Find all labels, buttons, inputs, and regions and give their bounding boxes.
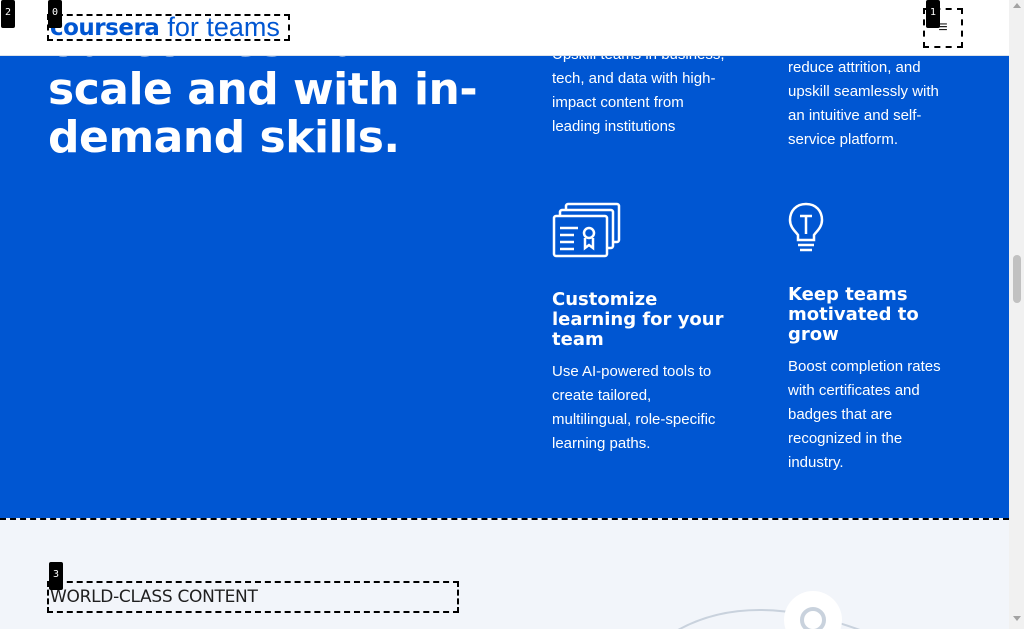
feature-retention: reduce attrition, and upskill seamlessly… bbox=[788, 56, 958, 152]
coursera-logo[interactable]: coursera for teams bbox=[47, 12, 290, 42]
world-class-content-section: WORLD-CLASS CONTENT bbox=[0, 518, 1009, 629]
feature-motivate-heading: Keep teams motivated to grow bbox=[788, 284, 919, 345]
section-label: WORLD-CLASS CONTENT bbox=[47, 581, 459, 613]
badge-0: 0 bbox=[48, 0, 62, 28]
hero-section: outcomes - at scale and with in-demand s… bbox=[0, 0, 1009, 518]
badge-2: 2 bbox=[1, 0, 15, 28]
feature-motivate-body: Boost completion rates with certificates… bbox=[788, 358, 941, 471]
feature-customize: Customize learning for your team Use AI-… bbox=[552, 290, 732, 456]
scroll-down-arrow-icon[interactable] bbox=[1013, 616, 1021, 621]
feature-customize-body: Use AI-powered tools to create tailored,… bbox=[552, 363, 716, 452]
page-scrollbar[interactable] bbox=[1009, 0, 1024, 629]
badge-3: 3 bbox=[49, 562, 63, 590]
certificates-icon bbox=[552, 202, 622, 260]
lightbulb-icon bbox=[788, 202, 824, 256]
badge-1: 1 bbox=[926, 0, 940, 28]
feature-customize-heading: Customize learning for your team bbox=[552, 289, 724, 350]
feature-upskill-body: Upskill teams in business, tech, and dat… bbox=[552, 46, 725, 135]
decorative-graphic bbox=[677, 591, 861, 629]
feature-retention-body: reduce attrition, and upskill seamlessly… bbox=[788, 59, 939, 148]
feature-upskill: Upskill teams in business, tech, and dat… bbox=[552, 43, 732, 139]
scroll-up-arrow-icon[interactable] bbox=[1013, 3, 1021, 8]
logo-subtitle: for teams bbox=[167, 12, 280, 42]
feature-motivate: Keep teams motivated to grow Boost compl… bbox=[788, 285, 958, 475]
top-navbar: coursera for teams ≡ bbox=[0, 0, 1009, 56]
logo-wordmark: coursera bbox=[50, 14, 160, 41]
scroll-thumb[interactable] bbox=[1013, 255, 1021, 303]
